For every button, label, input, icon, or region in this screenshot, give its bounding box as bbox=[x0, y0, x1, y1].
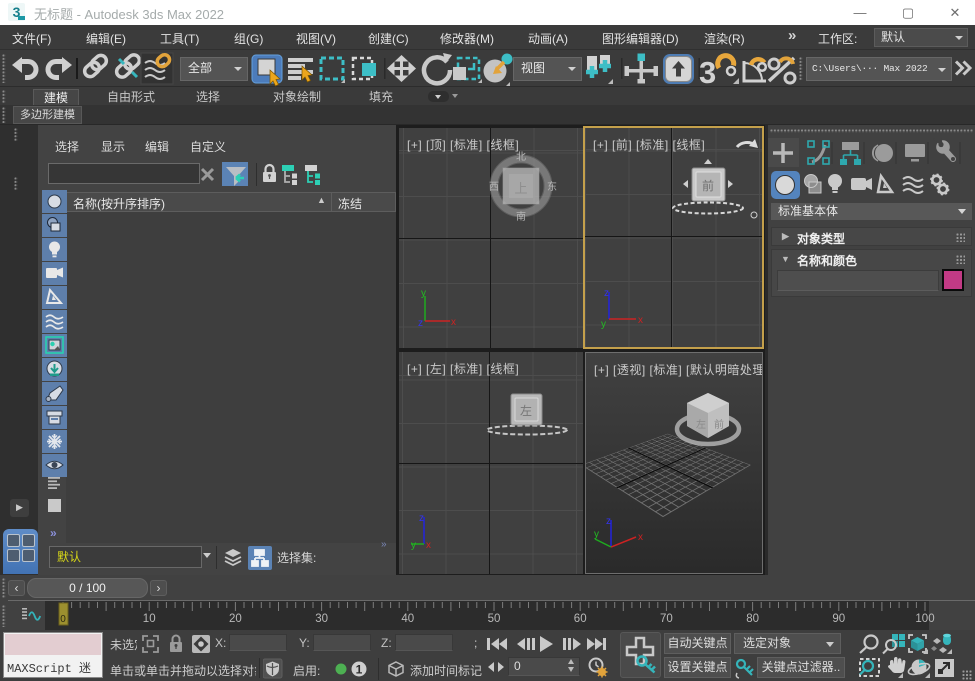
svg-text:y: y bbox=[411, 540, 416, 551]
svg-text:z: z bbox=[606, 516, 611, 527]
svg-text:前: 前 bbox=[714, 418, 724, 431]
svg-text:50: 50 bbox=[488, 613, 501, 625]
svg-text:x: x bbox=[638, 532, 643, 543]
svg-text:x: x bbox=[451, 317, 456, 328]
svg-text:100: 100 bbox=[915, 613, 934, 625]
svg-text:z: z bbox=[419, 513, 424, 524]
svg-text:东: 东 bbox=[547, 180, 557, 193]
svg-text:左: 左 bbox=[520, 403, 532, 418]
svg-text:60: 60 bbox=[574, 613, 587, 625]
svg-text:80: 80 bbox=[746, 613, 759, 625]
svg-text:z: z bbox=[604, 288, 609, 299]
svg-text:x: x bbox=[638, 315, 643, 326]
svg-text:y: y bbox=[601, 319, 606, 330]
svg-text:前: 前 bbox=[702, 178, 714, 193]
svg-text:40: 40 bbox=[401, 613, 414, 625]
svg-text:90: 90 bbox=[832, 613, 845, 625]
svg-text:30: 30 bbox=[315, 613, 328, 625]
svg-text:北: 北 bbox=[516, 151, 526, 163]
svg-text:y: y bbox=[421, 288, 426, 299]
svg-text:上: 上 bbox=[514, 181, 527, 196]
svg-text:20: 20 bbox=[229, 613, 242, 625]
svg-text:1: 1 bbox=[356, 663, 363, 677]
svg-text:南: 南 bbox=[516, 210, 526, 222]
svg-text:3: 3 bbox=[699, 55, 716, 87]
svg-text:70: 70 bbox=[660, 613, 673, 625]
svg-text:左: 左 bbox=[696, 418, 706, 431]
svg-text:z: z bbox=[418, 318, 423, 329]
svg-text:y: y bbox=[594, 529, 599, 540]
svg-text:西: 西 bbox=[489, 182, 499, 193]
svg-text:10: 10 bbox=[143, 613, 156, 625]
svg-text:0: 0 bbox=[60, 614, 66, 625]
svg-text:x: x bbox=[426, 540, 431, 551]
